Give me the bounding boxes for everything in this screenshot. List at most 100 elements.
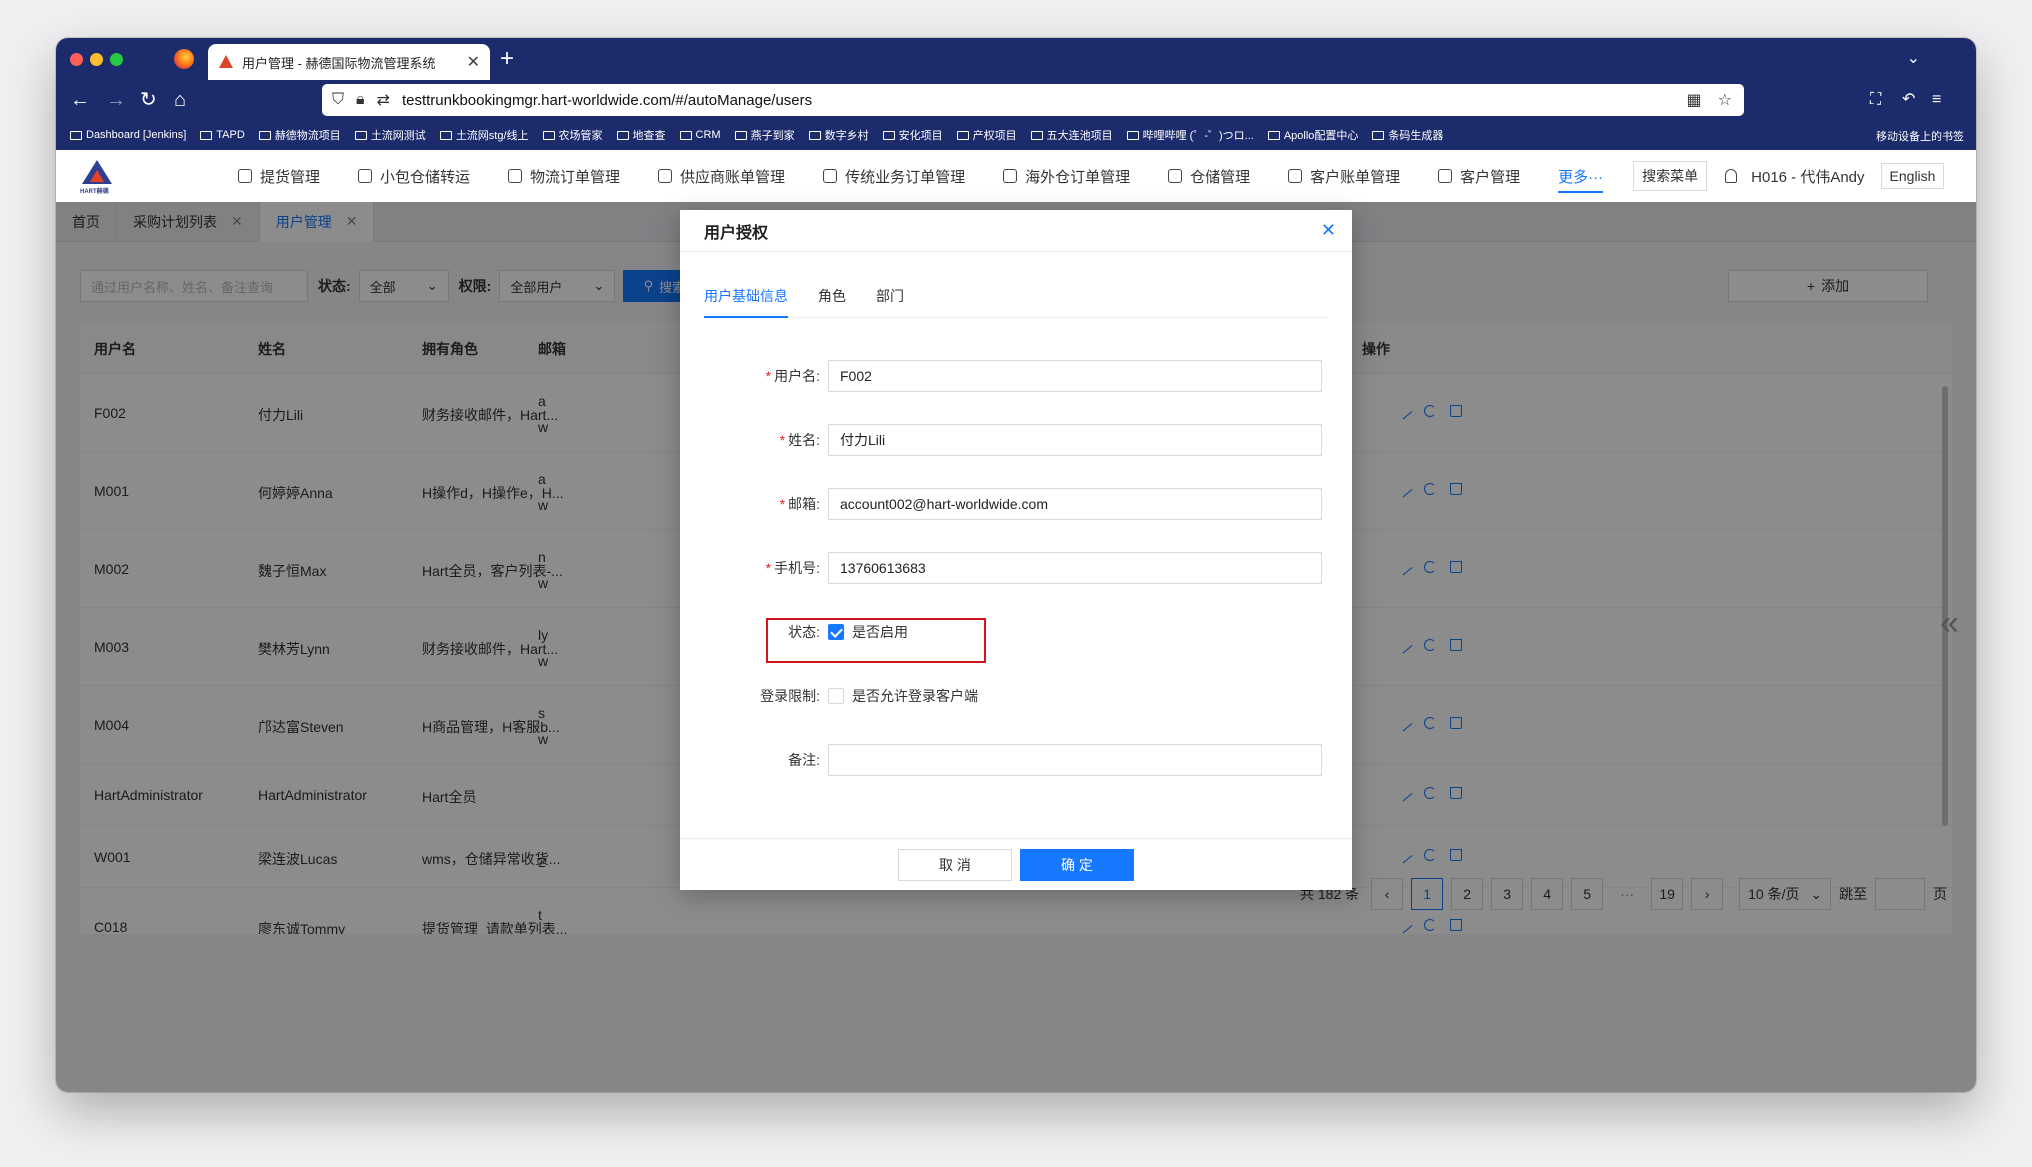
bookmark-item[interactable]: 地查查: [616, 127, 666, 143]
menu-item[interactable]: 仓储管理: [1168, 166, 1250, 187]
menu-item-icon: [1003, 169, 1018, 183]
menu-item[interactable]: 客户管理: [1438, 166, 1520, 187]
checkbox-unchecked-icon[interactable]: [828, 688, 844, 704]
undo-icon[interactable]: ↶: [1902, 89, 1915, 111]
lock-icon[interactable]: 🔒︎: [356, 91, 365, 109]
menu-item[interactable]: 物流订单管理: [508, 166, 620, 187]
modal-tab[interactable]: 部门: [876, 286, 904, 318]
email-label-text: 邮箱:: [788, 496, 820, 512]
reload-icon[interactable]: ↻: [140, 89, 157, 111]
hart-logo[interactable]: HART赫德: [76, 158, 118, 195]
home-icon[interactable]: ⌂: [174, 89, 186, 111]
bookmark-label: 农场管家: [558, 130, 603, 142]
bookmark-item[interactable]: TAPD: [200, 129, 245, 141]
bookmark-item[interactable]: 安化项目: [882, 127, 943, 143]
username-field[interactable]: F002: [828, 360, 1322, 392]
bookmark-item[interactable]: 哔哩哔哩 (゜-゜)つロ...: [1126, 127, 1254, 143]
qr-code-icon[interactable]: ▦: [1687, 90, 1702, 110]
phone-field[interactable]: 13760613683: [828, 552, 1322, 584]
mobile-bookmarks[interactable]: 移动设备上的书签: [1876, 128, 1964, 144]
folder-icon: [354, 130, 367, 140]
bookmark-item[interactable]: 赫德物流项目: [258, 127, 341, 143]
bookmark-item[interactable]: 农场管家: [542, 127, 603, 143]
menu-item[interactable]: 传统业务订单管理: [823, 166, 965, 187]
confirm-button[interactable]: 确 定: [1020, 848, 1134, 881]
bookmark-item[interactable]: 五大连池项目: [1030, 127, 1113, 143]
bookmark-label: CRM: [695, 129, 721, 141]
menu-item[interactable]: 供应商账单管理: [658, 166, 785, 187]
folder-icon: [956, 130, 969, 140]
bookmark-label: Apollo配置中心: [1283, 130, 1359, 142]
site-favicon-icon: [218, 54, 234, 70]
star-icon[interactable]: ☆: [1718, 90, 1732, 110]
menu-item-label: 客户账单管理: [1310, 168, 1401, 186]
browser-tab-title: 用户管理 - 赫德国际物流管理系统: [242, 55, 436, 71]
menu-item-label: 海外仓订单管理: [1025, 168, 1131, 186]
screenshot-icon[interactable]: ⛶: [1870, 89, 1881, 111]
menu-item-label: 小包仓储转运: [380, 168, 471, 186]
bell-icon[interactable]: [1725, 169, 1738, 183]
login-limit-label: 登录限制:: [760, 688, 820, 704]
bookmark-label: 产权项目: [972, 130, 1017, 142]
logo-text: HART赫德: [80, 189, 109, 195]
address-bar[interactable]: ⛉ 🔒︎ ⇄ testtrunkbookingmgr.hart-worldwid…: [322, 84, 1744, 116]
menu-icon[interactable]: ≡: [1932, 89, 1941, 111]
close-icon[interactable]: ✕: [1321, 220, 1336, 241]
remark-field[interactable]: [828, 744, 1322, 776]
email-field[interactable]: account002@hart-worldwide.com: [828, 488, 1322, 520]
bookmark-item[interactable]: 土流网stg/线上: [439, 127, 529, 143]
menu-item-icon: [238, 169, 252, 183]
bookmark-item[interactable]: CRM: [679, 129, 721, 141]
allow-client-login-checkbox[interactable]: 是否允许登录客户端: [828, 686, 978, 706]
required-mark: *: [779, 432, 786, 448]
bookmark-item[interactable]: 条码生成器: [1372, 127, 1443, 143]
menu-item-icon: [508, 169, 523, 183]
browser-tab[interactable]: 用户管理 - 赫德国际物流管理系统 ✕: [208, 44, 490, 80]
bookmark-item[interactable]: 土流网测试: [354, 127, 426, 143]
new-tab-icon[interactable]: +: [500, 46, 514, 72]
bookmark-label: 地查查: [632, 130, 666, 142]
menu-more[interactable]: 更多···: [1558, 166, 1604, 193]
menu-item[interactable]: 客户账单管理: [1288, 166, 1400, 187]
bookmark-item[interactable]: Dashboard [Jenkins]: [70, 129, 186, 141]
close-window-button[interactable]: [70, 53, 83, 66]
main-menu: 提货管理 小包仓储转运 物流订单管理 供应商账单管理 传统业务订单管理 海外仓订单管理 仓储…: [238, 150, 1962, 202]
bookmark-item[interactable]: 燕子到家: [734, 127, 795, 143]
search-menu-button[interactable]: 搜索菜单: [1633, 161, 1708, 191]
menu-item-icon: [1168, 169, 1183, 183]
modal-tab[interactable]: 角色: [818, 286, 846, 318]
username-row: * 用户名: F002: [680, 360, 1352, 392]
folder-icon: [542, 130, 555, 140]
required-mark: *: [765, 368, 772, 384]
folder-icon: [258, 130, 271, 140]
browser-titlebar: 用户管理 - 赫德国际物流管理系统 ✕ + ⌄: [56, 38, 1976, 80]
menu-item-label: 供应商账单管理: [680, 168, 786, 186]
user-authorization-modal: 用户授权 ✕ 用户基础信息 角色 部门 * 用户名: F002 * 姓名: 付力Lili…: [680, 210, 1352, 890]
chevron-down-icon[interactable]: ⌄: [1907, 48, 1920, 68]
close-tab-icon[interactable]: ✕: [467, 52, 480, 72]
url-text[interactable]: testtrunkbookingmgr.hart-worldwide.com/#…: [402, 92, 1675, 109]
menu-item[interactable]: 提货管理: [238, 166, 320, 187]
menu-item-label: 仓储管理: [1190, 168, 1251, 186]
menu-item[interactable]: 小包仓储转运: [358, 166, 470, 187]
forward-arrow-icon[interactable]: →: [106, 89, 126, 111]
bookmarks-bar: Dashboard [Jenkins] TAPD 赫德物流项目 土流网测试 土流网stg…: [56, 120, 1976, 150]
maximize-window-button[interactable]: [110, 53, 123, 66]
bookmark-item[interactable]: 产权项目: [956, 127, 1017, 143]
back-arrow-icon[interactable]: ←: [70, 89, 90, 111]
minimize-window-button[interactable]: [90, 53, 103, 66]
menu-item[interactable]: 海外仓订单管理: [1003, 166, 1130, 187]
folder-icon: [616, 130, 629, 140]
modal-header: 用户授权 ✕: [680, 210, 1352, 252]
bookmark-item[interactable]: Apollo配置中心: [1267, 127, 1359, 143]
bookmark-item[interactable]: 数字乡村: [808, 127, 869, 143]
modal-tab[interactable]: 用户基础信息: [704, 286, 788, 318]
menu-item-icon: [823, 169, 838, 183]
shield-icon[interactable]: ⛉: [332, 91, 344, 109]
menu-item-label: 物流订单管理: [530, 168, 621, 186]
name-field[interactable]: 付力Lili: [828, 424, 1322, 456]
permissions-icon[interactable]: ⇄: [377, 90, 390, 110]
current-user[interactable]: H016 - 代伟Andy: [1751, 166, 1864, 187]
cancel-button[interactable]: 取 消: [898, 848, 1012, 881]
language-button[interactable]: English: [1880, 163, 1945, 189]
